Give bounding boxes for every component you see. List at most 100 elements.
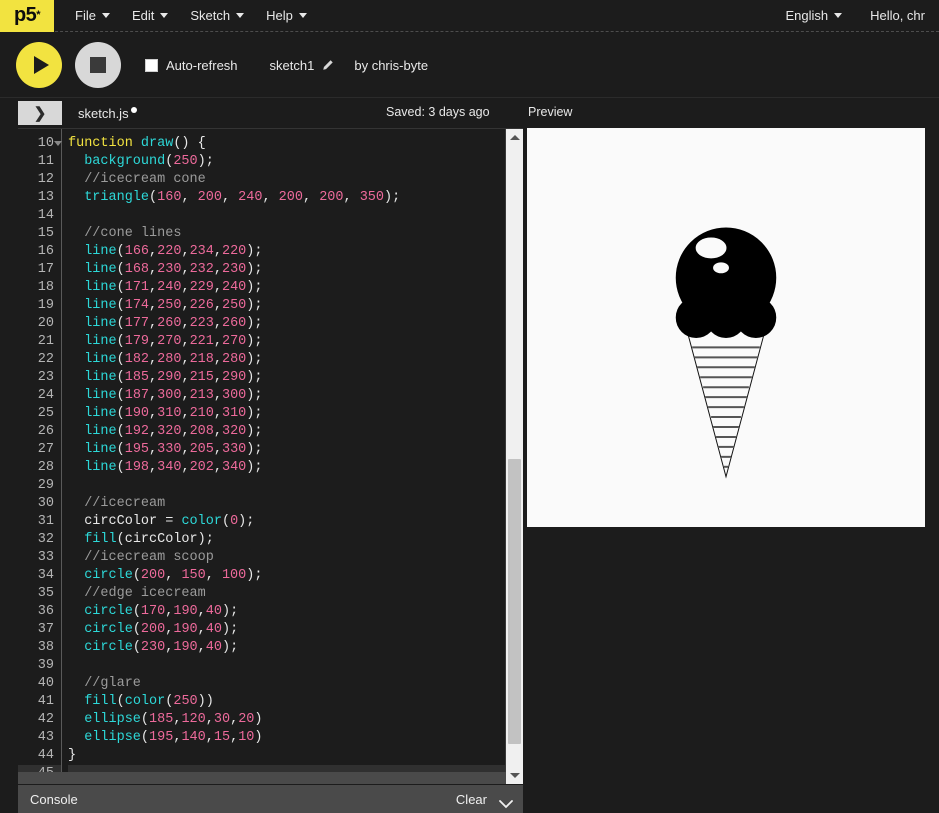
code-token-punc: (	[116, 388, 125, 403]
code-token-punc	[68, 406, 84, 421]
code-line[interactable]: line(187,300,213,300);	[68, 387, 523, 405]
code-line[interactable]: ellipse(185,120,30,20)	[68, 711, 523, 729]
code-line[interactable]: line(195,330,205,330);	[68, 441, 523, 459]
code-editor[interactable]: 10 11 12 13 14 15 16 17 18 19 20 21 22 23 24 25 26 27 28 29…	[18, 128, 523, 784]
code-line[interactable]: circColor = color(0);	[68, 513, 523, 531]
console-clear-button[interactable]: Clear	[456, 792, 487, 807]
code-line[interactable]: line(185,290,215,290);	[68, 369, 523, 387]
code-line[interactable]	[68, 207, 523, 225]
code-line[interactable]: background(250);	[68, 153, 523, 171]
code-line[interactable]: fill(circColor);	[68, 531, 523, 549]
code-line[interactable]: ellipse(195,140,15,10)	[68, 729, 523, 747]
code-line[interactable]: circle(200, 150, 100);	[68, 567, 523, 585]
code-line[interactable]: line(190,310,210,310);	[68, 405, 523, 423]
code-line[interactable]: //cone lines	[68, 225, 523, 243]
scrollbar-thumb[interactable]	[508, 459, 521, 744]
pencil-icon[interactable]	[321, 59, 334, 72]
code-line[interactable]: circle(230,190,40);	[68, 639, 523, 657]
code-line[interactable]: fill(color(250))	[68, 693, 523, 711]
sketch-name-group: sketch1	[270, 58, 335, 73]
code-line[interactable]: line(174,250,226,250);	[68, 297, 523, 315]
code-line[interactable]: line(179,270,221,270);	[68, 333, 523, 351]
code-line[interactable]: line(171,240,229,240);	[68, 279, 523, 297]
code-token-punc: (	[221, 514, 231, 529]
menu-edit[interactable]: Edit	[121, 0, 179, 32]
code-token-com: //icecream cone	[84, 172, 206, 187]
language-selector[interactable]: English	[771, 0, 856, 32]
code-line[interactable]: function draw() {	[68, 135, 523, 153]
code-token-com: //icecream	[84, 496, 166, 511]
code-token-num: 40	[205, 604, 222, 619]
sketch-preview-canvas[interactable]	[527, 128, 925, 527]
auto-refresh-toggle[interactable]: Auto-refresh	[145, 58, 238, 73]
auto-refresh-checkbox[interactable]	[145, 58, 158, 72]
menu-sketch[interactable]: Sketch	[179, 0, 255, 32]
code-line[interactable]: //glare	[68, 675, 523, 693]
code-token-punc: (	[132, 604, 141, 619]
code-line[interactable]: //edge icecream	[68, 585, 523, 603]
code-token-num: 230	[157, 262, 182, 277]
sidebar-toggle-button[interactable]: ❯	[18, 101, 62, 125]
code-token-punc: (	[116, 352, 125, 367]
code-line[interactable]: line(192,320,208,320);	[68, 423, 523, 441]
p5-logo[interactable]: p5 *	[0, 0, 54, 32]
code-token-punc: (	[116, 532, 125, 547]
code-line[interactable]: //icecream cone	[68, 171, 523, 189]
code-token-var: circColor	[124, 532, 198, 547]
play-button[interactable]	[16, 42, 62, 88]
chevron-down-icon	[834, 13, 843, 18]
file-tab-sketch-js[interactable]: sketch.js	[78, 106, 137, 121]
code-line[interactable]	[68, 657, 523, 675]
code-token-punc: (	[116, 424, 125, 439]
code-line[interactable]: triangle(160, 200, 240, 200, 200, 350);	[68, 189, 523, 207]
line-number: 10	[18, 135, 62, 153]
code-line[interactable]: circle(170,190,40);	[68, 603, 523, 621]
chevron-down-icon[interactable]	[499, 796, 513, 808]
code-token-punc	[68, 514, 84, 529]
menu-help-label: Help	[266, 8, 293, 23]
code-token-punc: (	[149, 190, 158, 205]
code-token-num: 177	[124, 316, 150, 331]
code-token-punc	[68, 190, 84, 205]
line-number: 18	[37, 280, 54, 295]
code-token-punc: ,	[197, 640, 206, 655]
fold-arrow-icon[interactable]	[54, 141, 62, 146]
scroll-down-arrow-icon[interactable]	[506, 767, 523, 784]
editor-vertical-scrollbar[interactable]	[505, 129, 523, 784]
menu-file[interactable]: File	[64, 0, 121, 32]
code-line[interactable]: line(177,260,223,260);	[68, 315, 523, 333]
code-line[interactable]: line(198,340,202,340);	[68, 459, 523, 477]
account-greeting[interactable]: Hello, chr	[856, 0, 939, 32]
sketch-author[interactable]: by chris-byte	[354, 58, 428, 73]
line-number: 41	[37, 694, 54, 709]
console-bar[interactable]: Console Clear	[18, 785, 523, 813]
scroll-up-arrow-icon[interactable]	[506, 129, 523, 146]
sketch-name-label[interactable]: sketch1	[270, 58, 315, 73]
code-token-punc	[68, 226, 84, 241]
code-line[interactable]: }	[68, 747, 523, 765]
code-token-fn: circle	[84, 640, 133, 655]
code-line[interactable]: line(168,230,232,230);	[68, 261, 523, 279]
line-number: 42	[37, 712, 54, 727]
code-token-punc: (	[132, 640, 141, 655]
code-line[interactable]: line(166,220,234,220);	[68, 243, 523, 261]
code-token-num: 190	[173, 640, 198, 655]
code-token-num: 208	[189, 424, 214, 439]
code-token-punc: ,	[149, 262, 158, 277]
code-token-punc: ,	[205, 568, 222, 583]
code-content[interactable]: function draw() { background(250); //ice…	[62, 129, 523, 784]
code-line[interactable]: line(182,280,218,280);	[68, 351, 523, 369]
code-line[interactable]	[68, 477, 523, 495]
stop-button[interactable]	[75, 42, 121, 88]
top-navbar: p5 * File Edit Sketch Help English Hello…	[0, 0, 939, 32]
code-token-punc: ,	[149, 280, 158, 295]
editor-horizontal-scrollbar[interactable]	[18, 772, 506, 784]
code-line[interactable]: circle(200,190,40);	[68, 621, 523, 639]
code-token-num: 190	[173, 622, 198, 637]
menu-help[interactable]: Help	[255, 0, 318, 32]
sketch-toolbar: Auto-refresh sketch1 by chris-byte	[0, 33, 939, 98]
code-line[interactable]: //icecream scoop	[68, 549, 523, 567]
code-line[interactable]: //icecream	[68, 495, 523, 513]
code-token-num: 168	[124, 262, 150, 277]
code-token-num: 200	[140, 622, 166, 637]
